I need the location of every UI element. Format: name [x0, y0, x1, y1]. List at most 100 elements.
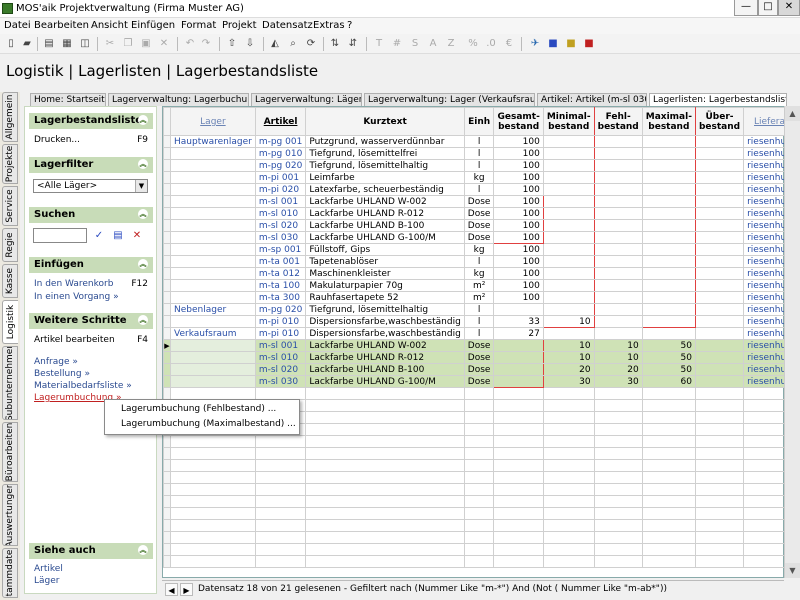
cell-art[interactable]: m-sl 030 [254, 375, 307, 388]
cell-ges[interactable]: 27 [493, 327, 544, 340]
menu-projekt[interactable]: Projekt [222, 20, 257, 31]
tab-stammdaten[interactable]: Stammdaten [2, 548, 18, 598]
doc-tab-laeger[interactable]: Lagerverwaltung: Läger✕ [251, 93, 362, 106]
cell-kurz[interactable]: Dispersionsfarbe,waschbeständig [305, 327, 465, 340]
row-indicator[interactable] [163, 303, 171, 316]
artikel-link[interactable]: Artikel [34, 564, 63, 574]
lock-blue-icon[interactable]: ■ [546, 37, 560, 51]
cell-ges[interactable] [493, 339, 544, 352]
cell-ueb[interactable] [694, 207, 745, 220]
row-indicator[interactable] [163, 231, 171, 244]
arrow-up-icon[interactable]: ⇧ [225, 37, 239, 51]
col-ueberbestand[interactable]: Über-bestand [694, 107, 745, 136]
col-kurztext[interactable]: Kurztext [305, 107, 465, 136]
cell-ges[interactable] [493, 351, 544, 364]
cell-min[interactable] [542, 219, 595, 232]
cell-fehl[interactable] [593, 303, 643, 316]
table-row[interactable]: m-pg 020 Tiefgrund, lösemittelhaltig l 100 r… [163, 159, 800, 172]
cell-lager[interactable] [170, 207, 256, 220]
row-indicator[interactable] [163, 171, 171, 184]
tab-regie[interactable]: Regie [2, 228, 18, 262]
cell-max[interactable]: 50 [641, 351, 696, 364]
cell-lager[interactable] [170, 219, 256, 232]
cell-min[interactable] [542, 243, 595, 256]
cell-max[interactable] [641, 291, 696, 304]
cell-ueb[interactable] [694, 267, 745, 280]
cell-einh[interactable]: m² [463, 279, 495, 292]
cell-fehl[interactable] [593, 207, 643, 220]
redo-icon[interactable]: ↷ [199, 37, 213, 51]
cell-min[interactable]: 10 [542, 339, 595, 352]
cut-icon[interactable]: ✂ [103, 37, 117, 51]
menu-item-fehlbestand[interactable]: Lagerumbuchung (Fehlbestand) ... [121, 404, 276, 414]
cell-ueb[interactable] [694, 183, 745, 196]
vertical-scrollbar[interactable]: ▲ ▼ [784, 106, 800, 578]
cell-ueb[interactable] [694, 315, 745, 328]
cell-max[interactable] [641, 183, 696, 196]
cell-ueb[interactable] [694, 291, 745, 304]
cell-kurz[interactable]: Lackfarbe UHLAND G-100/M [305, 231, 465, 244]
menu-datei[interactable]: Datei [4, 20, 31, 31]
cell-fehl[interactable]: 10 [593, 339, 643, 352]
panel-header-suchen[interactable]: Suchen ︽ [29, 207, 153, 223]
table-row[interactable]: m-sl 020 Lackfarbe UHLAND B-100 Dose 20 20 50… [163, 363, 800, 376]
cell-lager[interactable] [170, 195, 256, 208]
cell-ueb[interactable] [694, 363, 745, 376]
cell-lager[interactable] [170, 255, 256, 268]
cell-ges[interactable] [493, 303, 544, 316]
z-icon[interactable]: Z [444, 37, 458, 51]
cell-max[interactable]: 50 [641, 339, 696, 352]
cell-lager[interactable] [170, 315, 256, 328]
cell-art[interactable]: m-pi 001 [254, 171, 307, 184]
menu-datensatz[interactable]: Datensatz [262, 20, 313, 31]
materialbedarfsliste-link[interactable]: Materialbedarfsliste » [34, 381, 132, 391]
cell-kurz[interactable]: Latexfarbe, scheuerbeständig [305, 183, 465, 196]
cell-fehl[interactable] [593, 267, 643, 280]
decimal-icon[interactable]: .0 [484, 37, 498, 51]
row-indicator[interactable] [163, 183, 171, 196]
currency-icon[interactable]: € [502, 37, 516, 51]
prev-record-icon[interactable]: ◀ [165, 583, 178, 596]
panel-header-lagerbestandsliste[interactable]: Lagerbestandsliste ︽ [29, 113, 153, 129]
menu-item-maximalbestand[interactable]: Lagerumbuchung (Maximalbestand) ... [121, 419, 296, 429]
preview-icon[interactable]: ◫ [78, 37, 92, 51]
cell-fehl[interactable] [593, 135, 643, 148]
cell-max[interactable]: 50 [641, 363, 696, 376]
cell-lager[interactable] [170, 147, 256, 160]
menu-ansicht[interactable]: Ansicht [91, 20, 128, 31]
cell-kurz[interactable]: Lackfarbe UHLAND W-002 [305, 339, 465, 352]
table-row[interactable]: m-pi 010 Dispersionsfarbe,waschbeständig l… [163, 315, 800, 328]
cell-lager[interactable] [170, 279, 256, 292]
cell-lager[interactable] [170, 231, 256, 244]
cell-max[interactable] [641, 267, 696, 280]
cell-art[interactable]: m-sp 001 [254, 243, 307, 256]
refresh-icon[interactable]: ⟳ [304, 37, 318, 51]
cell-ueb[interactable] [694, 327, 745, 340]
cell-max[interactable]: 60 [641, 375, 696, 388]
cell-art[interactable]: m-sl 030 [254, 231, 307, 244]
collapse-icon[interactable]: ︽ [138, 259, 148, 269]
cell-fehl[interactable] [593, 195, 643, 208]
cell-max[interactable] [641, 279, 696, 292]
cell-max[interactable] [641, 147, 696, 160]
cell-einh[interactable]: l [463, 315, 495, 328]
cell-ueb[interactable] [694, 159, 745, 172]
menu-einfuegen[interactable]: Einfügen [131, 20, 175, 31]
tab-allgemein[interactable]: Allgemein [2, 92, 18, 142]
cell-lager[interactable]: Hauptwarenlager [170, 135, 256, 148]
cell-min[interactable] [542, 327, 595, 340]
cell-ueb[interactable] [694, 231, 745, 244]
cell-max[interactable] [641, 195, 696, 208]
table-row[interactable]: m-pg 010 Tiefgrund, lösemittelfrei l 100 rie… [163, 147, 800, 160]
table-row[interactable]: m-sl 020 Lackfarbe UHLAND B-100 Dose 100 rie… [163, 219, 800, 232]
sort-desc-icon[interactable]: ⇵ [346, 37, 360, 51]
cell-ueb[interactable] [694, 303, 745, 316]
cell-ges[interactable]: 100 [493, 231, 544, 244]
panel-header-siehe-auch[interactable]: Siehe auch ︽ [29, 543, 153, 559]
cell-lager[interactable] [170, 243, 256, 256]
cell-lager[interactable] [170, 351, 256, 364]
cell-fehl[interactable] [593, 243, 643, 256]
cell-fehl[interactable] [593, 327, 643, 340]
row-indicator[interactable] [163, 267, 171, 280]
cell-lager[interactable] [170, 363, 256, 376]
